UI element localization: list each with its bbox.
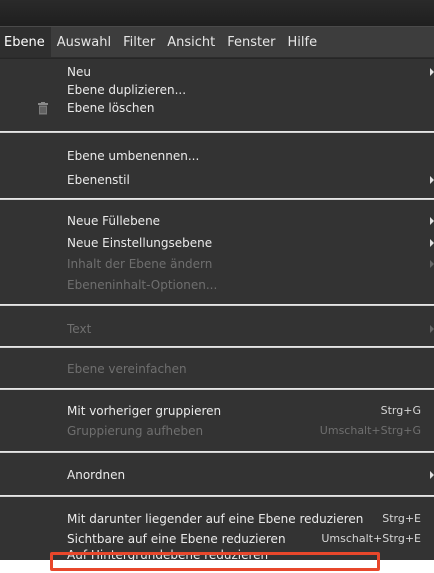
menu-hilfe[interactable]: Hilfe (282, 27, 324, 57)
menu-item-label: Ebenenstil (67, 173, 130, 187)
menu-item-label: Neu (67, 65, 91, 79)
menu-auswahl[interactable]: Auswahl (51, 27, 117, 57)
title-bar (0, 0, 434, 26)
menu-item-label: Ebene vereinfachen (67, 362, 187, 376)
menu-bar: Ebene Auswahl Filter Ansicht Fenster Hil… (0, 26, 434, 58)
menu-item-label: Mit darunter liegender auf eine Ebene re… (67, 512, 364, 526)
menu-item-label: Ebeneninhalt-Optionen... (67, 278, 218, 292)
menu-item-gruppierung-aufheben: Gruppierung aufheben Umschalt+Strg+G (0, 422, 434, 440)
ebene-dropdown-menu: Neu Ebene duplizieren... Ebene löschen E… (0, 58, 434, 560)
menu-item-shortcut: Strg+G (380, 404, 421, 417)
menu-item-neue-einstellungsebene[interactable]: Neue Einstellungsebene (0, 234, 434, 252)
menu-item-anordnen[interactable]: Anordnen (0, 466, 434, 484)
menu-item-ebeneninhalt-optionen: Ebeneninhalt-Optionen... (0, 276, 434, 294)
menu-item-label: Neue Einstellungsebene (67, 236, 213, 250)
menu-item-mit-darunter-liegender-reduzieren[interactable]: Mit darunter liegender auf eine Ebene re… (0, 510, 434, 528)
menu-item-ebene-duplizieren[interactable]: Ebene duplizieren... (0, 81, 434, 99)
submenu-arrow-icon (430, 68, 434, 76)
menu-ansicht[interactable]: Ansicht (161, 27, 221, 57)
menu-item-label: Anordnen (67, 468, 126, 482)
menu-item-label: Neue Füllebene (67, 214, 161, 228)
menu-separator (0, 198, 434, 200)
editor-window: Ebene Auswahl Filter Ansicht Fenster Hil… (0, 0, 434, 560)
highlight-frame (50, 552, 380, 571)
menu-filter[interactable]: Filter (117, 27, 161, 57)
menu-item-label: Inhalt der Ebene ändern (67, 257, 213, 271)
menu-item-inhalt-der-ebene-aendern: Inhalt der Ebene ändern (0, 255, 434, 273)
menu-item-label: Ebene löschen (67, 101, 155, 115)
menu-item-ebene-vereinfachen: Ebene vereinfachen (0, 360, 434, 378)
menu-item-shortcut: Strg+E (382, 512, 421, 525)
menu-ebene[interactable]: Ebene (0, 27, 51, 57)
menu-item-ebene-loeschen[interactable]: Ebene löschen (0, 99, 434, 117)
menu-item-ebene-umbenennen[interactable]: Ebene umbenennen... (0, 147, 434, 165)
menu-item-label: Mit vorheriger gruppieren (67, 404, 222, 418)
menu-item-label: Gruppierung aufheben (67, 424, 204, 438)
submenu-arrow-icon (430, 471, 434, 479)
menu-separator (0, 495, 434, 497)
menu-item-text: Text (0, 320, 434, 338)
submenu-arrow-icon (430, 260, 434, 268)
menu-item-label: Text (67, 322, 92, 336)
trash-icon (38, 102, 48, 115)
menu-item-neu[interactable]: Neu (0, 63, 434, 81)
menu-separator (0, 131, 434, 133)
menu-item-shortcut: Umschalt+Strg+G (319, 424, 421, 437)
menu-item-label: Ebene duplizieren... (67, 83, 187, 97)
menu-item-neue-fuellebene[interactable]: Neue Füllebene (0, 212, 434, 230)
submenu-arrow-icon (430, 217, 434, 225)
menu-separator (0, 346, 434, 348)
menu-separator (0, 304, 434, 306)
menu-item-mit-vorheriger-gruppieren[interactable]: Mit vorheriger gruppieren Strg+G (0, 402, 434, 420)
submenu-arrow-icon (430, 176, 434, 184)
menu-item-label: Ebene umbenennen... (67, 149, 200, 163)
menu-item-ebenenstil[interactable]: Ebenenstil (0, 171, 434, 189)
menu-fenster[interactable]: Fenster (221, 27, 281, 57)
submenu-arrow-icon (430, 325, 434, 333)
submenu-arrow-icon (430, 239, 434, 247)
menu-separator (0, 451, 434, 453)
menu-separator (0, 388, 434, 390)
